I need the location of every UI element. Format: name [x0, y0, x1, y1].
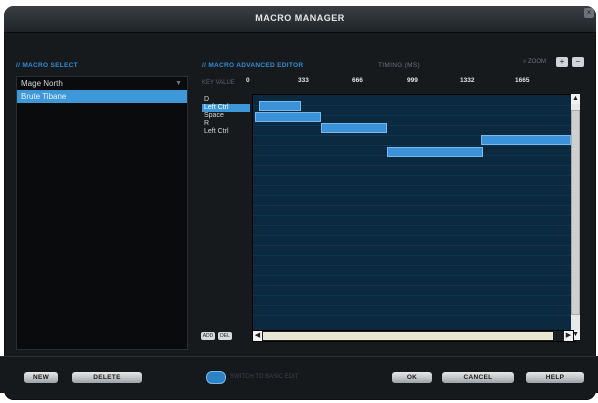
scroll-thumb[interactable]	[263, 332, 553, 340]
timing-subtitle: TIMING (MS)	[378, 62, 420, 69]
key-value-label: KEY VALUE	[202, 80, 235, 86]
grid-line	[253, 235, 575, 236]
advanced-editor-title: // MACRO ADVANCED EDITOR	[202, 62, 304, 69]
key-label-selected[interactable]: Left Ctrl	[202, 104, 250, 112]
key-value-row: KEY VALUE 0 333 666 999 1332 1665	[202, 77, 574, 89]
grid-line	[253, 185, 575, 186]
grid-line	[253, 175, 575, 176]
grid-line	[253, 245, 575, 246]
macro-name: Mage North	[21, 79, 63, 88]
chevron-down-icon[interactable]: ▼	[175, 77, 182, 90]
scroll-left-icon[interactable]: ◀	[253, 331, 262, 341]
add-key-button[interactable]: ADD	[201, 332, 215, 340]
switch-to-basic-edit-label: SWITCH TO BASIC EDIT	[230, 374, 299, 380]
grid-line	[253, 105, 575, 106]
timeline-grid[interactable]	[252, 94, 576, 342]
grid-line	[253, 285, 575, 286]
grid-line	[253, 225, 575, 226]
delete-button[interactable]: DELETE	[72, 372, 142, 383]
grid-line	[253, 125, 575, 126]
scroll-thumb[interactable]	[571, 110, 580, 315]
zoom-out-button[interactable]: −	[572, 57, 584, 67]
key-label[interactable]: D	[202, 96, 250, 104]
zoom-controls: ⌕ ZOOM + −	[523, 56, 584, 68]
key-label[interactable]: R	[202, 120, 250, 128]
tick-label: 666	[352, 77, 363, 84]
macro-list[interactable]: Mage North ▼ Brute Tibane	[16, 76, 188, 350]
grid-line	[253, 265, 575, 266]
help-button[interactable]: HELP	[526, 372, 584, 383]
grid-line	[253, 145, 575, 146]
scroll-up-icon[interactable]: ▲	[571, 94, 580, 104]
grid-line	[253, 195, 575, 196]
zoom-label: ⌕ ZOOM	[522, 58, 546, 65]
grid-line	[253, 165, 575, 166]
horizontal-scrollbar[interactable]: ◀ ▶	[252, 330, 574, 342]
grid-line	[253, 275, 575, 276]
window-title: MACRO MANAGER	[255, 13, 345, 23]
grid-line	[253, 205, 575, 206]
scroll-right-icon[interactable]: ▶	[564, 331, 573, 341]
grid-line	[253, 315, 575, 316]
grid-line	[253, 255, 575, 256]
tick-label: 1332	[460, 77, 475, 84]
key-event-bar-left-ctrl-2[interactable]	[387, 147, 483, 157]
tick-label: 999	[407, 77, 418, 84]
list-item[interactable]: Mage North ▼	[17, 77, 187, 90]
new-button[interactable]: NEW	[24, 372, 58, 383]
ok-button[interactable]: OK	[392, 372, 432, 383]
delete-key-button[interactable]: DEL	[218, 332, 232, 340]
title-bar: MACRO MANAGER ×	[4, 6, 596, 33]
key-list: D Left Ctrl Space R Left Ctrl	[202, 96, 250, 136]
close-button[interactable]: ×	[584, 8, 594, 18]
grid-line	[253, 215, 575, 216]
list-item-selected[interactable]: Brute Tibane	[17, 90, 187, 103]
cancel-button[interactable]: CANCEL	[442, 372, 514, 383]
zoom-in-button[interactable]: +	[556, 57, 568, 67]
switch-toggle[interactable]	[206, 371, 226, 384]
macro-name: Brute Tibane	[21, 92, 67, 101]
tick-label: 0	[246, 77, 250, 84]
key-label[interactable]: Left Ctrl	[202, 128, 250, 136]
tick-label: 333	[298, 77, 309, 84]
grid-line	[253, 305, 575, 306]
vertical-scrollbar[interactable]: ▲ ▼	[571, 94, 580, 340]
key-event-bar-space[interactable]	[321, 123, 387, 133]
grid-line	[253, 295, 575, 296]
key-event-bar-left-ctrl[interactable]	[255, 112, 321, 122]
key-label[interactable]: Space	[202, 112, 250, 120]
key-event-bar-d[interactable]	[259, 101, 301, 111]
tick-label: 1665	[515, 77, 530, 84]
macro-select-title: // MACRO SELECT	[16, 62, 78, 69]
key-event-bar-r[interactable]	[481, 135, 571, 145]
